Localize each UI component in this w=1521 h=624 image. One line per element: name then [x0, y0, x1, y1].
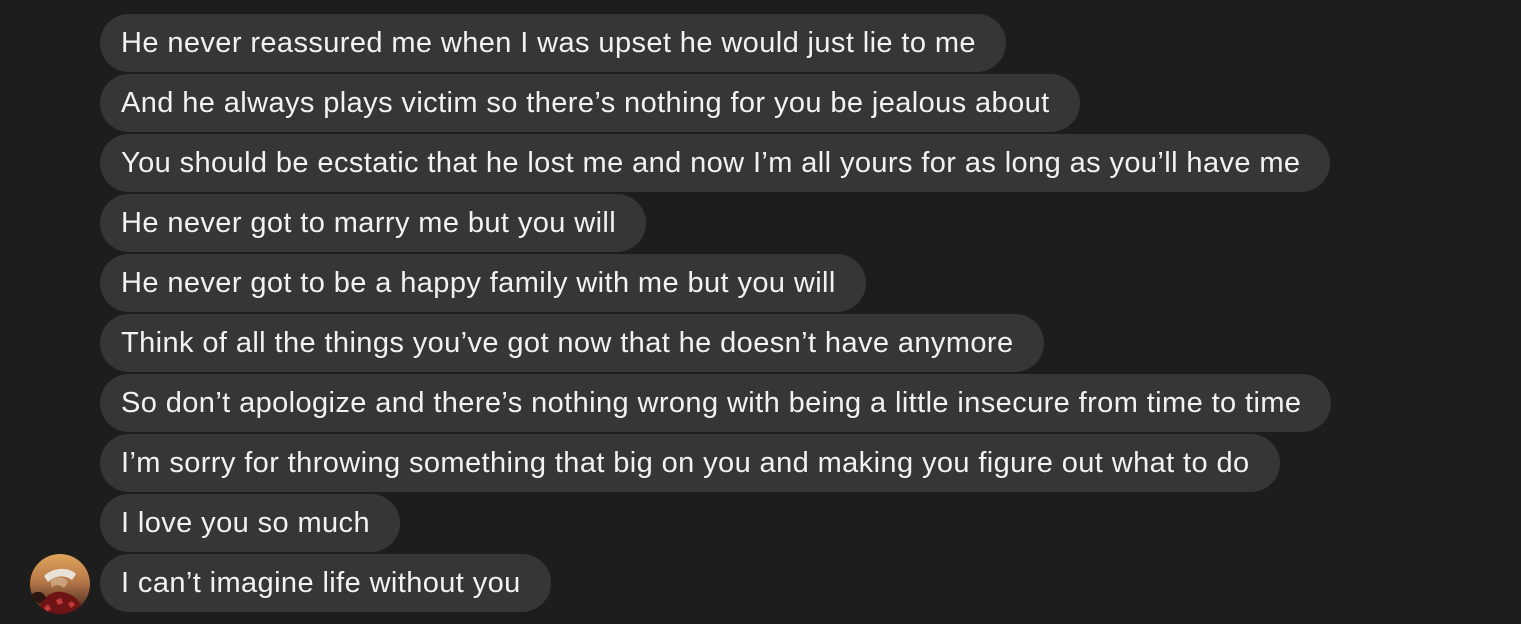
message-bubble[interactable]: You should be ecstatic that he lost me a… — [100, 134, 1331, 192]
sender-avatar[interactable] — [30, 554, 90, 614]
message-bubble[interactable]: I can’t imagine life without you — [100, 554, 551, 612]
message-thread: He never reassured me when I was upset h… — [0, 0, 1521, 624]
message-bubble[interactable]: I’m sorry for throwing something that bi… — [100, 434, 1280, 492]
message-bubble[interactable]: So don’t apologize and there’s nothing w… — [100, 374, 1332, 432]
message-bubble[interactable]: Think of all the things you’ve got now t… — [100, 314, 1044, 372]
user-avatar-photo-icon — [30, 554, 90, 614]
message-list: He never reassured me when I was upset h… — [100, 14, 1332, 612]
message-bubble[interactable]: And he always plays victim so there’s no… — [100, 74, 1080, 132]
message-bubble[interactable]: He never got to be a happy family with m… — [100, 254, 866, 312]
message-bubble[interactable]: He never reassured me when I was upset h… — [100, 14, 1006, 72]
message-bubble[interactable]: I love you so much — [100, 494, 400, 552]
message-bubble[interactable]: He never got to marry me but you will — [100, 194, 647, 252]
